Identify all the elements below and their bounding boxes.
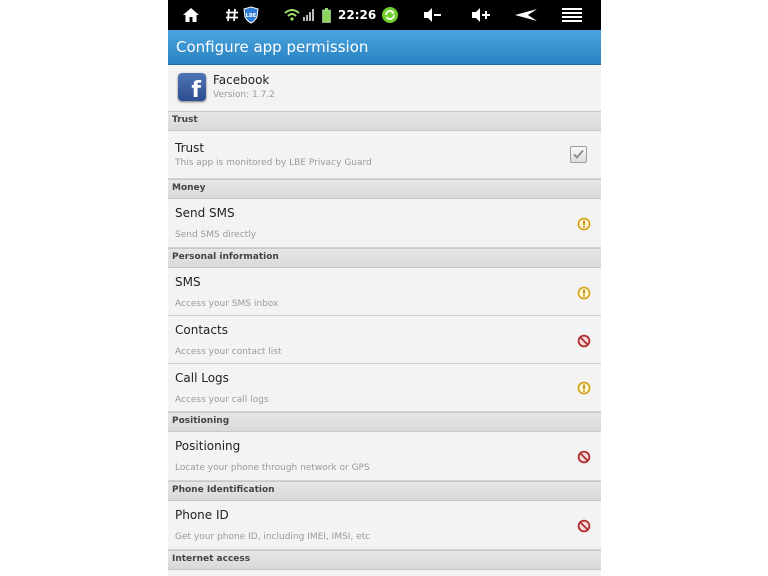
blocked-icon[interactable] [577, 334, 591, 348]
section-header-phone-identification: Phone Identification [168, 481, 601, 501]
section-header-money: Money [168, 179, 601, 199]
blocked-icon[interactable] [577, 519, 591, 533]
row-description: This app is monitored by LBE Privacy Gua… [175, 158, 372, 168]
permission-row-send-sms[interactable]: Send SMS Send SMS directly [168, 199, 601, 248]
row-description: Locate your phone through network or GPS [175, 463, 370, 473]
section-label: Personal information [172, 252, 279, 262]
volume-down-icon[interactable] [421, 0, 443, 30]
facebook-app-icon: f [178, 73, 206, 103]
section-header-internet-access: Internet access [168, 550, 601, 570]
facebook-icon-letter: f [191, 78, 201, 103]
warning-prompt-icon[interactable] [577, 381, 591, 395]
status-bar: LBE 22:26 [168, 0, 601, 30]
clock: 22:26 [338, 8, 377, 22]
warning-prompt-icon[interactable] [577, 217, 591, 231]
row-description: Access your call logs [175, 395, 269, 405]
section-label: Positioning [172, 416, 230, 426]
lbe-label: LBE [246, 13, 257, 19]
menu-icon[interactable] [561, 0, 583, 30]
signal-icon [302, 0, 316, 30]
blocked-icon[interactable] [577, 450, 591, 464]
sync-icon [380, 0, 400, 30]
wifi-icon [284, 0, 300, 30]
permission-row-contacts[interactable]: Contacts Access your contact list [168, 316, 601, 364]
row-title: Positioning [175, 439, 241, 453]
row-title: Phone ID [175, 508, 229, 522]
title-bar: Configure app permission [168, 30, 601, 65]
page-title: Configure app permission [176, 38, 369, 56]
section-header-positioning: Positioning [168, 412, 601, 432]
row-title: Call Logs [175, 371, 229, 385]
home-icon[interactable] [180, 0, 202, 30]
row-description: Access your SMS inbox [175, 299, 279, 309]
section-label: Trust [172, 115, 198, 125]
row-description: Access your contact list [175, 347, 282, 357]
section-label: Internet access [172, 554, 251, 564]
permission-row-positioning[interactable]: Positioning Locate your phone through ne… [168, 432, 601, 481]
hash-icon [224, 0, 240, 30]
volume-up-icon[interactable] [470, 0, 492, 30]
back-icon[interactable] [513, 0, 539, 30]
trust-checkbox[interactable] [570, 146, 587, 163]
permission-row-call-logs[interactable]: Call Logs Access your call logs [168, 364, 601, 412]
app-name: Facebook [213, 73, 270, 87]
section-header-personal-information: Personal information [168, 248, 601, 268]
permission-row-sms[interactable]: SMS Access your SMS inbox [168, 268, 601, 316]
app-header: f Facebook Version: 1.7.2 [168, 65, 601, 112]
phone-screen: LBE 22:26 Configure app permission f Fac… [168, 0, 601, 576]
lbe-shield-icon: LBE [242, 0, 260, 30]
row-title: Contacts [175, 323, 228, 337]
permission-row-internet[interactable] [168, 570, 601, 576]
row-description: Get your phone ID, including IMEI, IMSI,… [175, 532, 371, 542]
permission-row-trust[interactable]: Trust This app is monitored by LBE Priva… [168, 131, 601, 179]
warning-prompt-icon[interactable] [577, 286, 591, 300]
section-label: Phone Identification [172, 485, 275, 495]
row-description: Send SMS directly [175, 230, 257, 240]
row-title: Send SMS [175, 206, 235, 220]
section-label: Money [172, 183, 206, 193]
app-version: Version: 1.7.2 [213, 90, 275, 100]
section-header-trust: Trust [168, 111, 601, 131]
row-title: Trust [175, 141, 205, 155]
battery-icon [320, 0, 332, 30]
row-title: SMS [175, 275, 201, 289]
permission-row-phone-id[interactable]: Phone ID Get your phone ID, including IM… [168, 501, 601, 550]
